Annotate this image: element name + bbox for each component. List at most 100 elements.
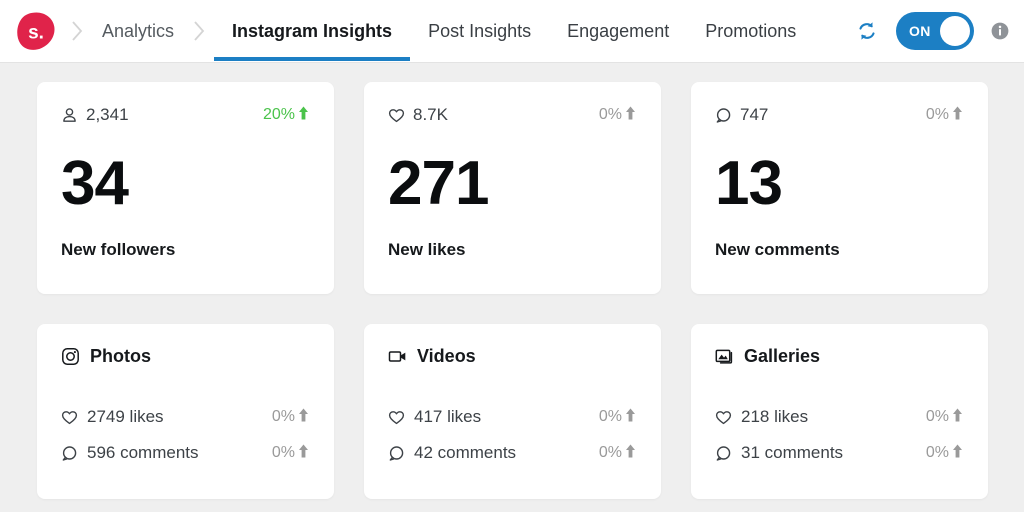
metric-label: New likes bbox=[388, 240, 466, 259]
arrow-up-icon bbox=[951, 407, 964, 428]
tab-label: Post Insights bbox=[428, 20, 532, 41]
person-icon bbox=[61, 107, 78, 124]
instagram-icon bbox=[61, 347, 80, 366]
stat-text: 218 likes bbox=[741, 407, 809, 426]
category-card-videos[interactable]: Videos 417 likes 0% 42 comments 0% bbox=[364, 324, 661, 499]
metric-value: 271 bbox=[388, 149, 489, 218]
toggle-label: ON bbox=[909, 23, 931, 39]
stat-row-comments: 596 comments 0% bbox=[61, 435, 310, 471]
stat-label: 2749 likes bbox=[61, 407, 164, 427]
category-card-photos[interactable]: Photos 2749 likes 0% 596 comments 0% bbox=[37, 324, 334, 499]
category-stats: 2749 likes 0% 596 comments 0% bbox=[61, 399, 310, 471]
metric-card-new-comments[interactable]: 747 0% 13 New comments bbox=[691, 82, 988, 294]
category-title: Photos bbox=[90, 346, 151, 366]
stat-delta: 0% bbox=[272, 443, 310, 464]
category-header: Videos bbox=[388, 346, 637, 367]
heart-icon bbox=[388, 107, 405, 124]
metric-delta: 20% bbox=[263, 105, 310, 126]
delta-value: 0% bbox=[271, 408, 295, 425]
tab-instagram-insights[interactable]: Instagram Insights bbox=[214, 0, 411, 62]
category-header: Photos bbox=[61, 346, 310, 367]
gallery-icon bbox=[715, 347, 734, 366]
arrow-up-icon bbox=[297, 407, 310, 428]
tab-promotions[interactable]: Promotions bbox=[687, 0, 814, 62]
stat-delta: 0% bbox=[926, 407, 964, 428]
comment-icon bbox=[388, 445, 405, 462]
tab-bar: Instagram Insights Post Insights Engagem… bbox=[214, 0, 814, 62]
tab-label: Engagement bbox=[567, 20, 670, 41]
metric-label: New comments bbox=[715, 240, 840, 259]
heart-icon bbox=[715, 409, 732, 426]
arrow-up-icon bbox=[624, 105, 637, 126]
header-actions: ON bbox=[854, 12, 1024, 50]
categories-row: Photos 2749 likes 0% 596 comments 0% Vid… bbox=[37, 324, 988, 499]
metric-total: 2,341 bbox=[61, 105, 129, 125]
tab-label: Promotions bbox=[705, 20, 797, 41]
heart-icon bbox=[61, 409, 78, 426]
metric-delta: 0% bbox=[599, 105, 637, 126]
info-icon[interactable] bbox=[990, 21, 1010, 41]
metric-card-new-followers[interactable]: 2,341 20% 34 New followers bbox=[37, 82, 334, 294]
category-title: Videos bbox=[417, 346, 476, 366]
stat-delta: 0% bbox=[599, 407, 637, 428]
metric-total: 8.7K bbox=[388, 105, 448, 125]
stat-text: 2749 likes bbox=[87, 407, 164, 426]
stat-row-likes: 2749 likes 0% bbox=[61, 399, 310, 435]
delta-value: 0% bbox=[598, 408, 622, 425]
arrow-up-icon bbox=[297, 443, 310, 464]
metric-total-value: 8.7K bbox=[413, 105, 448, 124]
metric-total-value: 2,341 bbox=[86, 105, 129, 124]
delta-value: 0% bbox=[271, 444, 295, 461]
arrow-up-icon bbox=[951, 443, 964, 464]
arrow-up-icon bbox=[624, 443, 637, 464]
metric-label: New followers bbox=[61, 240, 176, 259]
stat-row-comments: 31 comments 0% bbox=[715, 435, 964, 471]
metric-card-new-likes[interactable]: 8.7K 0% 271 New likes bbox=[364, 82, 661, 294]
category-title: Galleries bbox=[744, 346, 821, 366]
metric-value: 34 bbox=[61, 149, 129, 218]
stat-row-likes: 417 likes 0% bbox=[388, 399, 637, 435]
stat-label: 596 comments bbox=[61, 443, 199, 463]
toggle-knob[interactable] bbox=[940, 16, 970, 46]
tab-post-insights[interactable]: Post Insights bbox=[410, 0, 549, 62]
metric-header: 8.7K 0% bbox=[388, 104, 637, 126]
stat-text: 417 likes bbox=[414, 407, 482, 426]
heart-icon bbox=[388, 409, 405, 426]
metric-total-value: 747 bbox=[740, 105, 769, 124]
logo-blob-icon: s. bbox=[17, 12, 55, 50]
delta-value: 0% bbox=[598, 444, 622, 461]
comment-icon bbox=[715, 445, 732, 462]
chevron-right-icon bbox=[186, 0, 212, 62]
stat-text: 42 comments bbox=[414, 443, 517, 462]
svg-text:s.: s. bbox=[28, 23, 44, 44]
insights-toggle[interactable]: ON bbox=[896, 12, 974, 50]
category-stats: 218 likes 0% 31 comments 0% bbox=[715, 399, 964, 471]
tab-label: Instagram Insights bbox=[232, 20, 393, 41]
delta-value: 20% bbox=[262, 106, 295, 123]
chevron-right-icon bbox=[64, 0, 90, 62]
stat-row-likes: 218 likes 0% bbox=[715, 399, 964, 435]
app-header: s. Analytics Instagram Insights Post Ins… bbox=[0, 0, 1024, 63]
arrow-up-icon bbox=[624, 407, 637, 428]
delta-value: 0% bbox=[925, 106, 949, 123]
arrow-up-icon bbox=[951, 105, 964, 126]
video-camera-icon bbox=[388, 347, 407, 366]
metric-total: 747 bbox=[715, 105, 768, 125]
comment-icon bbox=[715, 107, 732, 124]
breadcrumb-item-analytics[interactable]: Analytics bbox=[90, 0, 186, 62]
tab-engagement[interactable]: Engagement bbox=[549, 0, 687, 62]
stat-label: 31 comments bbox=[715, 443, 843, 463]
breadcrumb: Analytics bbox=[64, 0, 212, 62]
metric-header: 2,341 20% bbox=[61, 104, 310, 126]
app-logo[interactable]: s. bbox=[16, 11, 56, 51]
category-header: Galleries bbox=[715, 346, 964, 367]
stat-delta: 0% bbox=[926, 443, 964, 464]
category-stats: 417 likes 0% 42 comments 0% bbox=[388, 399, 637, 471]
metric-delta: 0% bbox=[926, 105, 964, 126]
delta-value: 0% bbox=[925, 444, 949, 461]
category-card-galleries[interactable]: Galleries 218 likes 0% 31 comments 0% bbox=[691, 324, 988, 499]
stat-text: 596 comments bbox=[87, 443, 199, 462]
delta-value: 0% bbox=[598, 106, 622, 123]
refresh-icon[interactable] bbox=[854, 18, 880, 44]
stat-row-comments: 42 comments 0% bbox=[388, 435, 637, 471]
